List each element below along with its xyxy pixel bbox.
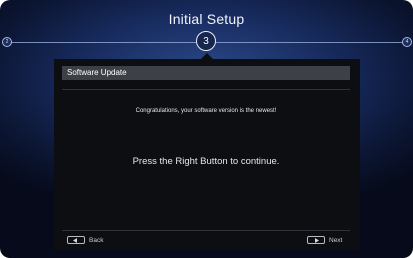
continue-instruction: Press the Right Button to continue. — [132, 156, 280, 167]
back-button-label: Back — [89, 236, 104, 244]
update-status-message: Congratulations, your software version i… — [135, 108, 277, 114]
step-indicator-current: 3 — [196, 31, 216, 51]
next-button-label: Next — [329, 236, 343, 244]
panel-title: Software Update — [67, 68, 127, 77]
next-button[interactable]: Next — [307, 236, 342, 244]
step-indicator-previous: 2 — [2, 37, 12, 47]
tv-screen: Initial Setup 2 3 4 Software Update Cong… — [0, 0, 413, 258]
panel-divider-bottom — [62, 230, 350, 231]
step-indicator-next: 4 — [402, 37, 412, 47]
left-arrow-key-icon — [67, 236, 85, 244]
software-update-panel: Software Update Congratulations, your so… — [54, 59, 360, 250]
panel-divider-top — [62, 89, 350, 90]
page-title: Initial Setup — [168, 11, 245, 27]
right-arrow-key-icon — [307, 236, 325, 244]
back-button[interactable]: Back — [67, 236, 103, 244]
panel-header: Software Update — [62, 66, 350, 80]
